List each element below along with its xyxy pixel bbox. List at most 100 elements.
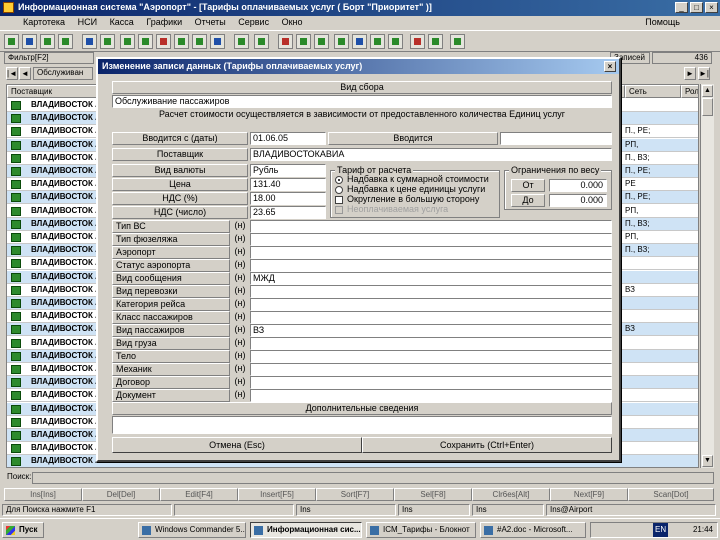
menu-service[interactable]: Сервис (233, 16, 274, 28)
toolbar-button-10[interactable] (174, 34, 189, 49)
toolbar-button-20[interactable] (370, 34, 385, 49)
field-value[interactable] (250, 389, 612, 402)
field-value[interactable] (250, 363, 612, 376)
fkey-scan[interactable]: Scan[Dot] (628, 488, 714, 501)
start-button[interactable]: Пуск (2, 522, 44, 538)
menu-reports[interactable]: Отчеты (190, 16, 231, 28)
menu-cards[interactable]: Картотека (18, 16, 70, 28)
filter-button[interactable]: Фильтр[F2] (4, 52, 94, 64)
field-value[interactable] (250, 246, 612, 259)
toolbar-button-7[interactable] (120, 34, 135, 49)
fkey-insert[interactable]: Insert[F5] (238, 488, 316, 501)
price-field[interactable]: 131.40 (250, 178, 326, 191)
toolbar-button-16[interactable] (296, 34, 311, 49)
menu-window[interactable]: Окно (277, 16, 308, 28)
search-row: Поиск: (0, 470, 720, 486)
cancel-button[interactable]: Отмена (Esc) (112, 437, 362, 453)
toolbar-button-19[interactable] (352, 34, 367, 49)
close-button[interactable]: × (705, 2, 718, 13)
menu-help[interactable]: Помощь (641, 16, 684, 28)
scroll-thumb[interactable] (702, 98, 713, 116)
field-value[interactable]: МЖД (250, 272, 612, 285)
toolbar-button-24[interactable] (450, 34, 465, 49)
toolbar-button-2[interactable] (22, 34, 37, 49)
field-value[interactable] (250, 259, 612, 272)
weight-from-field[interactable]: 0.000 (549, 179, 607, 192)
toolbar-button-15[interactable] (278, 34, 293, 49)
fkey-next[interactable]: Next[F9] (550, 488, 628, 501)
field-label: Аэропорт (112, 246, 230, 259)
option-unit-price-radio[interactable] (335, 186, 343, 194)
nav-current-field[interactable]: Обслуживан (33, 67, 93, 80)
field-value[interactable] (250, 376, 612, 389)
toolbar-button-3[interactable] (40, 34, 55, 49)
field-value[interactable] (250, 350, 612, 363)
field-value[interactable] (250, 298, 612, 311)
taskbar-item-notepad[interactable]: ICM_Тарифы - Блокнот (366, 522, 476, 538)
toolbar-button-6[interactable] (100, 34, 115, 49)
window-titlebar[interactable]: Информационная система "Аэропорт" - [Тар… (0, 0, 720, 16)
nav-prev-button[interactable]: ◄ (19, 67, 31, 80)
menu-cash[interactable]: Касса (105, 16, 139, 28)
toolbar-button-22[interactable] (410, 34, 425, 49)
field-value[interactable] (250, 233, 612, 246)
vat-sum-field[interactable]: 23.65 (250, 206, 326, 219)
field-value[interactable]: ВЗ (250, 324, 612, 337)
toolbar-button-18[interactable] (334, 34, 349, 49)
taskbar-item-commander[interactable]: Windows Commander 5... (138, 522, 246, 538)
menu-nsi[interactable]: НСИ (73, 16, 102, 28)
field-value[interactable] (250, 285, 612, 298)
toolbar-button-14[interactable] (254, 34, 269, 49)
toolbar-button-12[interactable] (210, 34, 225, 49)
toolbar-button-13[interactable] (234, 34, 249, 49)
field-value[interactable] (250, 220, 612, 233)
grid-header-right1[interactable]: Сеть (625, 85, 681, 98)
field-value[interactable] (250, 337, 612, 350)
scroll-up-arrow[interactable]: ▲ (702, 85, 713, 97)
toolbar-button-5[interactable] (82, 34, 97, 49)
field-value[interactable] (250, 311, 612, 324)
option-round-up-checkbox[interactable] (335, 196, 343, 204)
toolbar-button-17[interactable] (314, 34, 329, 49)
taskbar-item-airport[interactable]: Информационная сис... (250, 522, 362, 538)
search-input[interactable] (32, 472, 714, 484)
fkey-sort[interactable]: Sort[F7] (316, 488, 394, 501)
grid-scrollbar[interactable]: ▲ ▼ (700, 84, 714, 468)
toolbar-button-9[interactable] (156, 34, 171, 49)
grid-header-right2[interactable]: Ролс (681, 85, 698, 98)
vydnot-field[interactable] (500, 132, 612, 145)
extra-info-field[interactable] (112, 416, 612, 434)
weight-to-field[interactable]: 0.000 (549, 194, 607, 207)
scroll-down-arrow[interactable]: ▼ (702, 455, 713, 467)
save-button[interactable]: Сохранить (Ctrl+Enter) (362, 437, 612, 453)
fkey-ins[interactable]: Ins[Ins] (4, 488, 82, 501)
fkey-clr[interactable]: Clr6es[Alt] (472, 488, 550, 501)
grid-header-supplier[interactable]: Поставщик (7, 85, 101, 98)
maximize-button[interactable]: □ (690, 2, 703, 13)
dialog-close-button[interactable]: × (604, 61, 616, 72)
dialog-titlebar[interactable]: Изменение записи данных (Тарифы оплачива… (98, 59, 619, 74)
toolbar-button-23[interactable] (428, 34, 443, 49)
toolbar-button-21[interactable] (388, 34, 403, 49)
fkey-edit[interactable]: Edit[F4] (160, 488, 238, 501)
nav-next-button[interactable]: ► (684, 67, 696, 80)
nav-first-button[interactable]: |◄ (6, 67, 18, 80)
field-label: Статус аэропорта (112, 259, 230, 272)
toolbar-button-11[interactable] (192, 34, 207, 49)
option-total-cost-radio[interactable] (335, 176, 343, 184)
fkey-del[interactable]: Del[Del] (82, 488, 160, 501)
toolbar-button-4[interactable] (58, 34, 73, 49)
supplier-field[interactable]: ВЛАДИВОСТОКАВИА (250, 148, 612, 161)
toolbar-button-1[interactable] (4, 34, 19, 49)
taskbar-item-word[interactable]: #A2.doc - Microsoft... (480, 522, 586, 538)
vat-percent-field[interactable]: 18.00 (250, 192, 326, 205)
date-field[interactable]: 01.06.05 (250, 132, 326, 145)
menu-schedules[interactable]: Графики (141, 16, 187, 28)
tray-language[interactable]: EN (653, 523, 669, 537)
service-type-field[interactable]: Обслуживание пассажиров (112, 95, 612, 108)
fkey-sel[interactable]: Sel[F8] (394, 488, 472, 501)
nav-last-button[interactable]: ►| (698, 67, 710, 80)
currency-field[interactable]: Рубль (250, 164, 326, 177)
minimize-button[interactable]: _ (675, 2, 688, 13)
toolbar-button-8[interactable] (138, 34, 153, 49)
